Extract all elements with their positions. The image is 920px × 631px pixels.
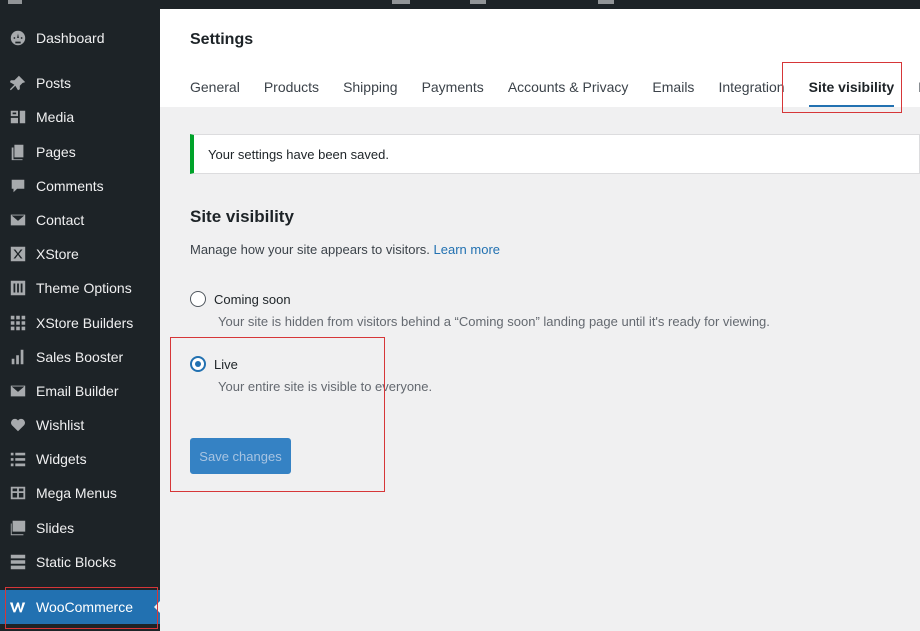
mail-icon [8,210,28,230]
slides-icon [8,518,28,538]
tab-site-visibility[interactable]: Site visibility [808,79,894,107]
sidebar-item-label: Mega Menus [36,485,117,501]
section-title: Site visibility [190,207,294,226]
notice-text: Your settings have been saved. [208,146,389,162]
sidebar-item-contact[interactable]: Contact [0,203,160,237]
live-radio[interactable] [190,356,206,372]
option-coming-soon[interactable]: Coming soon [190,291,291,307]
sliders-icon [8,278,28,298]
tab-products[interactable]: Products [264,79,319,107]
live-help: Your entire site is visible to everyone. [218,379,433,394]
sidebar-item-label: Widgets [36,451,87,467]
sidebar-item-media[interactable]: Media [0,100,160,134]
sidebar-item-email-builder[interactable]: Email Builder [0,374,160,408]
sidebar-item-wishlist[interactable]: Wishlist [0,408,160,442]
wordpress-logo-icon[interactable] [8,0,22,4]
sidebar-item-slides[interactable]: Slides [0,511,160,545]
sidebar-item-dashboard[interactable]: Dashboard [0,21,160,55]
sidebar-item-posts[interactable]: Posts [0,66,160,100]
tab-integration[interactable]: Integration [718,79,784,107]
option-label: Live [214,356,238,372]
success-notice: Your settings have been saved. [190,134,920,174]
section-description: Manage how your site appears to visitors… [190,242,500,257]
sidebar-item-label: XStore [36,246,79,262]
envelope-icon [8,381,28,401]
blocks-icon [8,552,28,572]
heart-icon [8,415,28,435]
tab-general[interactable]: General [190,79,240,107]
admin-sidebar: Dashboard Posts Media Pages Comments Con… [0,9,160,631]
sidebar-item-label: Static Blocks [36,554,117,570]
sidebar-item-theme-options[interactable]: Theme Options [0,271,160,305]
tab-emails[interactable]: Emails [652,79,694,107]
sidebar-item-xstore[interactable]: XStore [0,237,160,271]
admin-bar-icon[interactable] [392,0,410,4]
sidebar-item-pages[interactable]: Pages [0,135,160,169]
table-icon [8,483,28,503]
sidebar-item-label: Posts [36,75,72,91]
sidebar-item-label: Pages [36,144,76,160]
widgets-icon [8,449,28,469]
sidebar-item-label: Media [36,109,75,125]
sidebar-item-label: Theme Options [36,280,132,296]
tab-shipping[interactable]: Shipping [343,79,398,107]
sidebar-item-label: Wishlist [36,417,85,433]
current-menu-arrow [154,601,160,613]
admin-bar [0,0,920,9]
media-icon [8,107,28,127]
sidebar-item-comments[interactable]: Comments [0,169,160,203]
page-title: Settings [190,31,254,48]
tab-payments[interactable]: Payments [422,79,484,107]
sidebar-item-label: WooCommerce [36,599,133,615]
coming-soon-radio[interactable] [190,291,206,307]
sidebar-item-widgets[interactable]: Widgets [0,442,160,476]
coming-soon-help: Your site is hidden from visitors behind… [218,314,770,329]
sidebar-item-label: Contact [36,212,85,228]
sidebar-item-label: XStore Builders [36,315,134,331]
sidebar-item-static-blocks[interactable]: Static Blocks [0,545,160,579]
sidebar-item-label: Sales Booster [36,349,124,365]
xstore-icon [8,244,28,264]
sidebar-item-label: Email Builder [36,383,119,399]
sidebar-item-mega-menus[interactable]: Mega Menus [0,476,160,510]
option-label: Coming soon [214,291,291,307]
sidebar-item-label: Slides [36,520,75,536]
admin-bar-icon[interactable] [470,0,486,4]
pages-icon [8,142,28,162]
comment-icon [8,176,28,196]
dashboard-icon [8,28,28,48]
sidebar-item-woocommerce[interactable]: WooCommerce [0,590,160,624]
sidebar-item-xstore-builders[interactable]: XStore Builders [0,306,160,340]
learn-more-link[interactable]: Learn more [434,242,500,257]
tab-accounts-privacy[interactable]: Accounts & Privacy [508,79,629,107]
save-changes-button[interactable]: Save changes [190,438,291,474]
settings-header: Settings General Products Shipping Payme… [160,9,920,107]
bar-chart-icon [8,347,28,367]
sidebar-item-label: Dashboard [36,30,105,46]
option-live[interactable]: Live [190,356,238,372]
description-text: Manage how your site appears to visitors… [190,242,430,257]
grid-icon [8,313,28,333]
admin-bar-icon[interactable] [598,0,614,4]
sidebar-item-label: Comments [36,178,104,194]
pin-icon [8,73,28,93]
sidebar-item-sales-booster[interactable]: Sales Booster [0,340,160,374]
settings-tabs: General Products Shipping Payments Accou… [190,79,920,107]
woocommerce-icon [8,597,28,617]
